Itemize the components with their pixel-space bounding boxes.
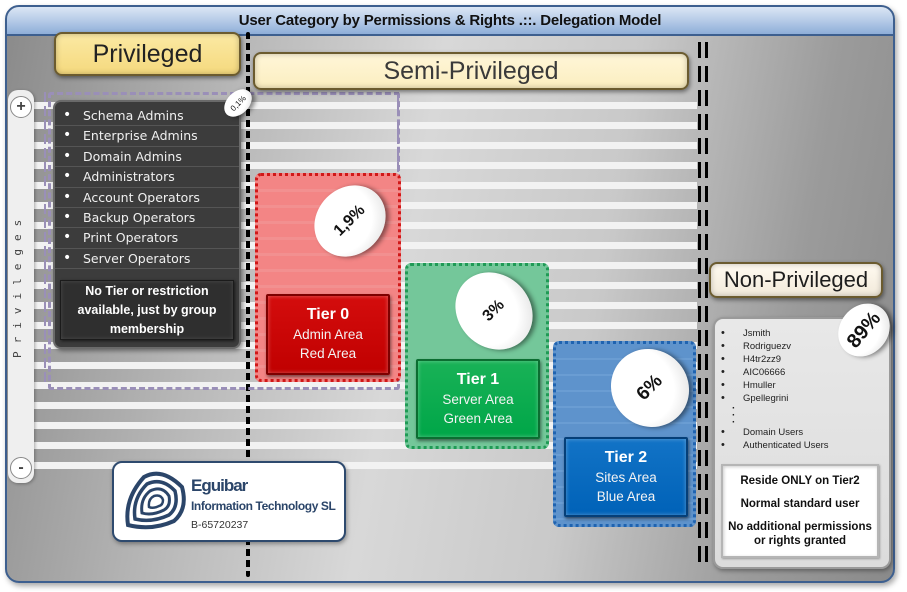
list-item: Gpellegrini [715,392,889,405]
privileges-axis-label: Privileges [11,211,24,359]
list-item: Server Operators [55,249,239,270]
tier0-area: Admin Area [293,327,363,342]
diagram-title: User Category by Permissions & Rights .:… [238,12,662,29]
logo-company-subtitle: Information Technology SL [191,499,336,513]
note-line: No additional permissions or rights gran… [728,521,872,547]
tier2-box: Tier 2 Sites Area Blue Area [564,437,688,517]
list-item: Authenticated Users [715,439,889,452]
note-line: Normal standard user [740,498,860,510]
privileged-groups-panel: Schema Admins Enterprise Admins Domain A… [53,100,241,349]
semi-privileged-label: Semi-Privileged [253,52,689,90]
non-privileged-label: Non-Privileged [709,262,883,298]
tier0-color-area: Red Area [299,346,357,361]
list-item: Account Operators [55,188,239,208]
zoom-out-button[interactable]: - [10,457,32,479]
list-item: Domain Users [715,426,889,439]
tier1-area: Server Area [442,392,514,407]
list-item: AIC06666 [715,366,889,379]
ellipsis-dot: · [732,410,736,421]
ellipsis-dot: · [732,417,736,428]
privileged-note: No Tier or restriction available, just b… [60,280,234,340]
tier2-area: Sites Area [595,470,657,485]
list-item: Domain Admins [55,147,239,168]
privileges-zoom-control: + Privileges - [8,90,34,483]
tier1-title: Tier 1 [456,371,500,388]
note-line: Reside ONLY on Tier2 [740,475,860,487]
tier0-title: Tier 0 [306,306,350,323]
list-item: Enterprise Admins [55,126,239,147]
ellipsis-dot: · [732,403,736,414]
list-item: Backup Operators [55,208,239,229]
tier1-box: Tier 1 Server Area Green Area [416,359,540,439]
logo-company-id: B-65720237 [191,519,249,531]
company-logo: Eguibar Information Technology SL B-6572… [112,461,346,542]
list-item: Administrators [55,167,239,188]
zoom-in-button[interactable]: + [10,96,32,118]
tier2-title: Tier 2 [604,449,648,466]
list-item: Print Operators [55,228,239,249]
eguibar-logo-icon [125,471,186,530]
non-privileged-separator [698,42,708,562]
non-privileged-note: Reside ONLY on Tier2 Normal standard use… [721,464,879,558]
privileged-region-line [44,92,46,384]
privileged-label: Privileged [54,32,241,76]
list-item: Hmuller [715,379,889,392]
logo-company-name: Eguibar [191,476,248,495]
tier2-color-area: Blue Area [596,489,656,504]
tier1-color-area: Green Area [443,411,513,426]
list-item: Schema Admins [55,106,239,127]
privileged-groups-list: Schema Admins Enterprise Admins Domain A… [55,102,239,270]
tier0-box: Tier 0 Admin Area Red Area [266,294,390,375]
